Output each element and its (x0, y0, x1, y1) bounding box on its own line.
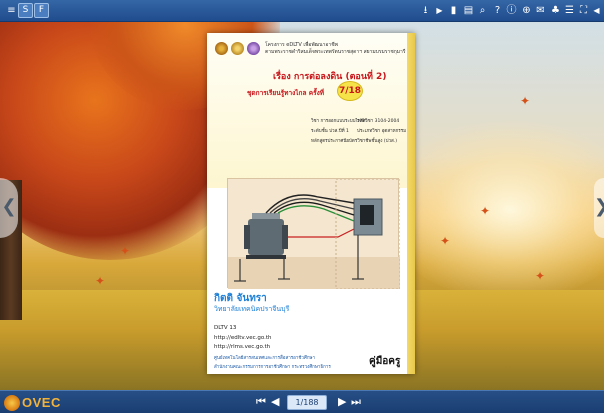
next-page-icon[interactable]: ▶ (338, 395, 346, 409)
grounding-diagram-svg (228, 178, 401, 290)
download-icon[interactable]: ⭳ (418, 3, 433, 18)
footer-org: ศูนย์เทคโนโลยีสารสนเทศและการสื่อสารอาชีว… (214, 356, 316, 361)
lesson-number-badge: 7/18 (337, 81, 363, 101)
page-edge-stripe (407, 33, 415, 374)
ground-layer (228, 257, 400, 289)
search-icon[interactable]: ⌕ (475, 3, 490, 18)
last-page-icon[interactable]: ⏭ (351, 395, 361, 409)
course-info: ระดับชั้น ปวส.ปีที่ 1 (311, 129, 349, 134)
bottom-navigation-bar: OVEC ⏮ ◀ 1/188 ▶ ⏭ (0, 390, 604, 413)
help-icon[interactable]: ? (490, 3, 505, 18)
seal-icon (215, 42, 228, 55)
transformer-fin (244, 225, 250, 249)
falling-leaf: ✦ (480, 204, 491, 218)
lesson-set-label: ชุดการเรียนรู้ทางไกล ครั้งที่ (247, 89, 325, 97)
falling-leaf: ✦ (520, 94, 531, 108)
play-icon[interactable]: ▶ (432, 3, 447, 18)
bookmark-icon[interactable]: ▮ (446, 3, 461, 18)
first-page-icon[interactable]: ⏮ (256, 395, 266, 409)
falling-leaf: ✦ (535, 269, 546, 283)
ovec-logo: OVEC (4, 393, 61, 412)
footer-org: สำนักงานคณะกรรมการการอาชีวศึกษา กระทรวงศ… (214, 365, 331, 370)
url-line: http://rlms.vec.go.th (214, 344, 271, 350)
transformer-fin (282, 225, 288, 249)
table-of-contents-icon[interactable]: S (18, 3, 33, 18)
list-icon[interactable]: ☰ (562, 3, 577, 18)
book-page: โครงการ eDLTV เพื่อพัฒนาอาชีพ ตามพระราชด… (207, 33, 415, 374)
ovec-logo-text: OVEC (22, 395, 61, 410)
wire-red (288, 228, 355, 238)
transformer-base (246, 255, 286, 259)
teacher-guide-label: คู่มือครู (369, 356, 401, 367)
sound-icon[interactable]: ◀ (589, 3, 604, 18)
transformer-top (252, 213, 280, 219)
info-icon[interactable]: ⓘ (504, 3, 519, 18)
college-name: วิทยาลัยเทคนิคปราจีนบุรี (214, 305, 290, 313)
wire-green (277, 205, 355, 222)
course-info: รหัสวิชา 3104-2004 (357, 119, 400, 124)
menu-icon[interactable]: ≡ (4, 3, 19, 18)
org-line: ตามพระราชดำริสมเด็จพระเทพรัตนราชสุดาฯ สย… (265, 49, 406, 55)
page-number-input[interactable]: 1/188 (287, 395, 327, 410)
next-page-arrow[interactable]: ❯ (594, 178, 604, 238)
grounding-diagram (227, 178, 401, 290)
falling-leaf: ✦ (95, 274, 106, 288)
falling-leaf: ✦ (120, 244, 131, 258)
lesson-title: เรื่อง การต่อลงดิน (ตอนที่ 2) (273, 72, 387, 82)
course-info: หลักสูตรประกาศนียบัตรวิชาชีพชั้นสูง (ปวส… (311, 139, 397, 144)
url-line: http://edltv.vec.go.th (214, 335, 272, 341)
zoom-icon[interactable]: ⊕ (519, 3, 534, 18)
share-icon[interactable]: ♣ (548, 3, 563, 18)
cover-header (207, 33, 415, 188)
top-toolbar: ≡ S F ⭳ ▶ ▮ ▤ ⌕ ? ⓘ ⊕ ✉ ♣ ☰ ⛶ ◀ (0, 0, 604, 22)
seal-icon (231, 42, 244, 55)
course-info: ประเภทวิชา อุตสาหกรรม (357, 129, 407, 134)
ovec-logo-icon (4, 394, 20, 411)
falling-leaf: ✦ (440, 234, 451, 248)
previous-page-arrow[interactable]: ❮ (0, 178, 18, 238)
dltv-label: DLTV 13 (214, 325, 237, 331)
email-icon[interactable]: ✉ (533, 3, 548, 18)
thumbnails-icon[interactable]: F (34, 3, 49, 18)
seal-group (215, 42, 260, 55)
prev-page-icon[interactable]: ◀ (271, 395, 279, 409)
panel-breaker (360, 205, 374, 225)
seal-icon (247, 42, 260, 55)
print-icon[interactable]: ▤ (461, 3, 476, 18)
transformer-body (248, 219, 284, 255)
